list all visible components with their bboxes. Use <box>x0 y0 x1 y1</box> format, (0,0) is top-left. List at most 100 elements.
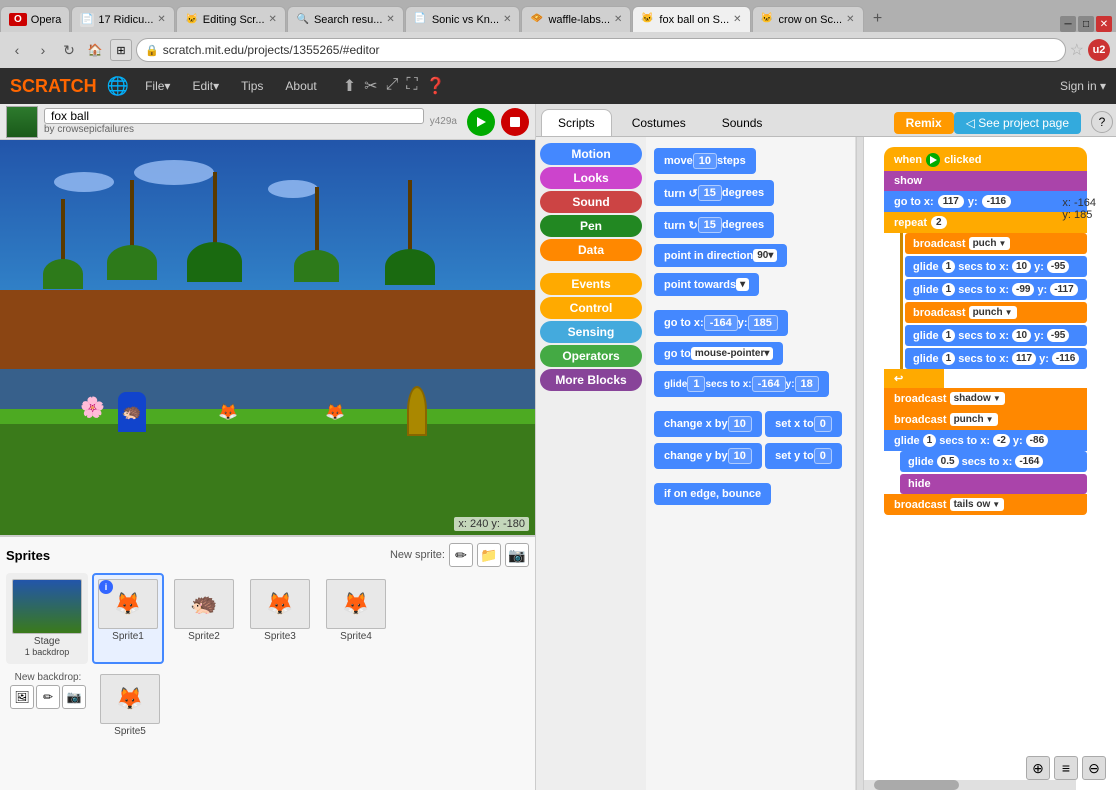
block-glide-1[interactable]: glide 1 secs to x: 10 y: -95 <box>905 256 1087 277</box>
fullscreen-icon[interactable]: ⛶ <box>406 76 417 96</box>
paint-sprite-btn[interactable]: ✏ <box>449 543 473 567</box>
scratch-logo[interactable]: SCRATCH <box>10 76 97 97</box>
category-events[interactable]: Events <box>540 273 642 295</box>
category-sound[interactable]: Sound <box>540 191 642 213</box>
category-sensing[interactable]: Sensing <box>540 321 642 343</box>
block-show[interactable]: show <box>884 171 1087 191</box>
forward-button[interactable]: › <box>32 39 54 61</box>
block-broadcast-punch2[interactable]: broadcast punch ▼ <box>884 409 1087 430</box>
block-hide[interactable]: hide <box>900 474 1087 494</box>
block-glide-4[interactable]: glide 1 secs to x: 117 y: -116 <box>905 348 1087 369</box>
block-if-on-edge[interactable]: if on edge, bounce <box>654 483 771 505</box>
scissors-icon[interactable]: ✂ <box>364 76 377 96</box>
block-go-to-xy[interactable]: go to x: -164 y: 185 <box>654 310 788 336</box>
tab-close-editing[interactable]: ✕ <box>269 14 277 25</box>
block-point-direction[interactable]: point in direction 90▾ <box>654 244 787 267</box>
close-btn[interactable]: ✕ <box>1096 16 1112 32</box>
zoom-in-btn[interactable]: ⊕ <box>1026 756 1050 780</box>
block-repeat[interactable]: repeat 2 <box>884 212 1087 233</box>
folder-sprite-btn[interactable]: 📁 <box>477 543 501 567</box>
help-icon[interactable]: ❓ <box>426 76 446 96</box>
see-project-button[interactable]: ◁ See project page <box>954 112 1081 134</box>
block-glide-6[interactable]: glide 0.5 secs to x: -164 <box>900 451 1087 472</box>
block-go-to[interactable]: go to mouse-pointer▾ <box>654 342 783 365</box>
category-control[interactable]: Control <box>540 297 642 319</box>
block-glide-3[interactable]: glide 1 secs to x: 10 y: -95 <box>905 325 1087 346</box>
block-turn-right[interactable]: turn ↻ 15 degrees <box>654 212 774 238</box>
new-tab-button[interactable]: + <box>865 6 891 32</box>
back-button[interactable]: ‹ <box>6 39 28 61</box>
block-turn-left[interactable]: turn ↺ 15 degrees <box>654 180 774 206</box>
sprite-item-sprite5[interactable]: 🦊 Sprite5 <box>94 668 166 743</box>
category-operators[interactable]: Operators <box>540 345 642 367</box>
tab-search[interactable]: 🔍 Search resu... ✕ <box>287 6 404 32</box>
block-go-to-coords[interactable]: go to x: 117 y: -116 <box>884 191 1087 212</box>
sprite-name-input[interactable] <box>44 108 424 124</box>
expand-icon[interactable]: ⤢ <box>386 76 399 96</box>
menu-tips[interactable]: Tips <box>235 77 269 95</box>
tab-17rid[interactable]: 📄 17 Ridicu... ✕ <box>71 6 174 32</box>
paint-backdrop-btn[interactable]: 🖼 <box>10 685 34 709</box>
tab-close-17rid[interactable]: ✕ <box>157 14 165 25</box>
tab-opera[interactable]: O Opera <box>0 6 70 32</box>
address-bar[interactable]: 🔒 scratch.mit.edu/projects/1355265/#edit… <box>136 38 1066 62</box>
block-glide-2[interactable]: glide 1 secs to x: -99 y: -117 <box>905 279 1087 300</box>
tab-close-foxball[interactable]: ✕ <box>733 14 741 25</box>
block-move-steps[interactable]: move 10 steps <box>654 148 756 174</box>
block-set-x[interactable]: set x to 0 <box>765 411 842 437</box>
tab-scripts[interactable]: Scripts <box>541 109 612 136</box>
bookmark-button[interactable]: ☆ <box>1070 40 1084 60</box>
block-glide-5[interactable]: glide 1 secs to x: -2 y: -86 <box>884 430 1087 451</box>
tab-close-crow[interactable]: ✕ <box>846 14 854 25</box>
block-broadcast-tails[interactable]: broadcast tails ow ▼ <box>884 494 1087 515</box>
block-change-x[interactable]: change x by 10 <box>654 411 762 437</box>
block-change-y[interactable]: change y by 10 <box>654 443 762 469</box>
pencil-backdrop-btn[interactable]: ✏ <box>36 685 60 709</box>
tab-close-search[interactable]: ✕ <box>386 14 394 25</box>
stop-button[interactable] <box>501 108 529 136</box>
category-more-blocks[interactable]: More Blocks <box>540 369 642 391</box>
tab-crow[interactable]: 🐱 crow on Sc... ✕ <box>752 6 864 32</box>
h-scrollbar[interactable] <box>864 780 1076 790</box>
sprite-info-badge[interactable]: i <box>99 580 113 594</box>
sprite-item-sprite1[interactable]: i 🦊 Sprite1 <box>92 573 164 664</box>
camera-sprite-btn[interactable]: 📷 <box>505 543 529 567</box>
upload-icon[interactable]: ⬆ <box>343 76 356 96</box>
green-flag-button[interactable] <box>467 108 495 136</box>
sprite-item-sprite3[interactable]: 🦊 Sprite3 <box>244 573 316 664</box>
home-button[interactable]: 🏠 <box>84 39 106 61</box>
zoom-reset-btn[interactable]: ≡ <box>1054 756 1078 780</box>
block-when-clicked[interactable]: when clicked 🦊 <box>884 147 1087 171</box>
tab-close-sonic[interactable]: ✕ <box>503 14 511 25</box>
menu-about[interactable]: About <box>279 77 322 95</box>
tab-sounds[interactable]: Sounds <box>706 110 779 136</box>
tab-close-waffle[interactable]: ✕ <box>614 14 622 25</box>
remix-button[interactable]: Remix <box>894 112 954 134</box>
category-motion[interactable]: Motion <box>540 143 642 165</box>
script-canvas[interactable]: when clicked 🦊 show go to x: 117 y: -116 <box>864 137 1116 790</box>
block-broadcast-shadow[interactable]: broadcast shadow ▼ <box>884 388 1087 409</box>
help-question-btn[interactable]: ? <box>1091 111 1113 133</box>
maximize-btn[interactable]: □ <box>1078 16 1094 32</box>
tab-sonic[interactable]: 📄 Sonic vs Kn... ✕ <box>405 6 521 32</box>
zoom-out-btn[interactable]: ⊖ <box>1082 756 1106 780</box>
tab-costumes[interactable]: Costumes <box>616 110 702 136</box>
user-avatar[interactable]: u2 <box>1088 39 1110 61</box>
grid-button[interactable]: ⊞ <box>110 39 132 61</box>
category-looks[interactable]: Looks <box>540 167 642 189</box>
block-broadcast-puch[interactable]: broadcast puch ▼ <box>905 233 1087 254</box>
camera-backdrop-btn[interactable]: 📷 <box>62 685 86 709</box>
block-broadcast-punch1[interactable]: broadcast punch ▼ <box>905 302 1087 323</box>
minimize-btn[interactable]: ─ <box>1060 16 1076 32</box>
menu-edit[interactable]: Edit▾ <box>186 77 225 95</box>
tab-foxball[interactable]: 🐱 fox ball on S... ✕ <box>632 6 750 32</box>
sprite-item-sprite4[interactable]: 🦊 Sprite4 <box>320 573 392 664</box>
sprite-item-stage[interactable]: Stage1 backdrop <box>6 573 88 664</box>
signin-link[interactable]: Sign in ▾ <box>1060 79 1106 93</box>
menu-file[interactable]: File▾ <box>139 77 176 95</box>
block-set-y[interactable]: set y to 0 <box>765 443 842 469</box>
category-pen[interactable]: Pen <box>540 215 642 237</box>
globe-icon[interactable]: 🌐 <box>107 76 129 97</box>
h-scrollbar-thumb[interactable] <box>874 780 959 790</box>
tab-waffle[interactable]: 🧇 waffle-labs... ✕ <box>521 6 631 32</box>
